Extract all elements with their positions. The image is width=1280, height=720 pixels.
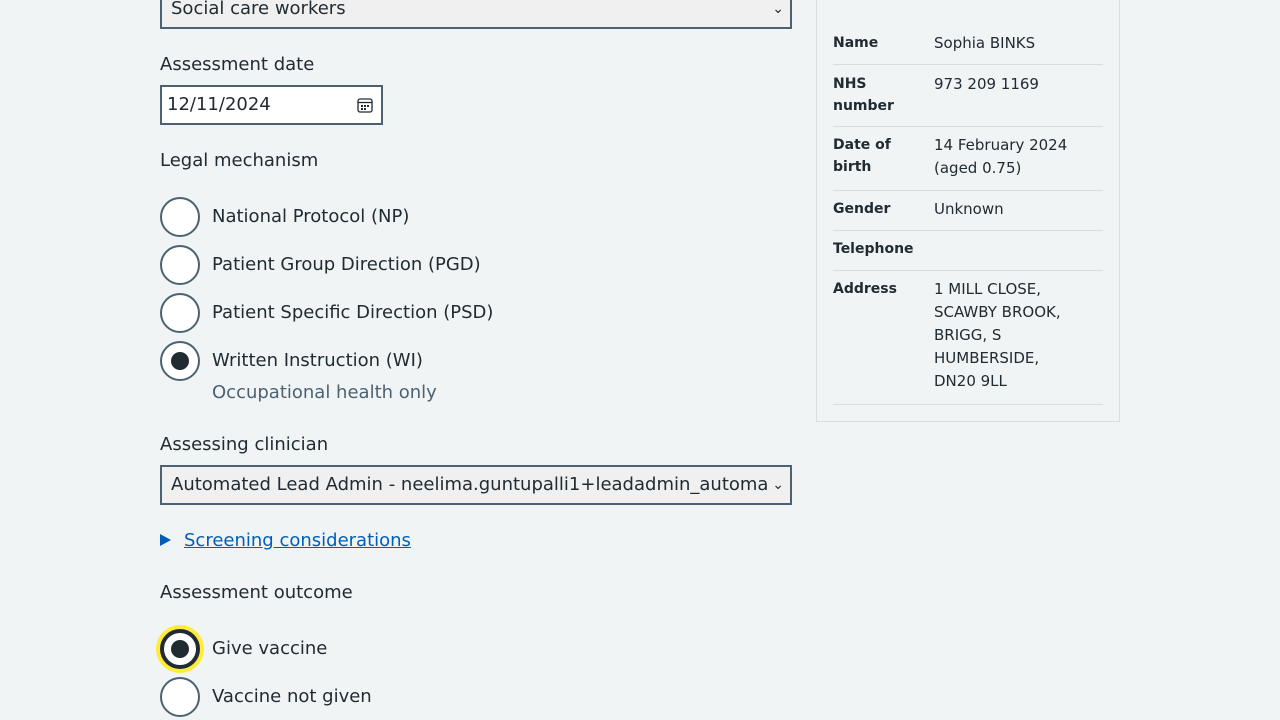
assessment-outcome-legend: Assessment outcome [160,582,353,603]
calendar-icon[interactable] [357,97,373,113]
summary-key: NHS number [833,76,894,114]
screening-considerations-link[interactable]: Screening considerations [184,530,411,551]
summary-key: Telephone [833,241,914,257]
summary-key: Date of birth [833,137,891,175]
summary-value: Sophia BINKS [934,34,1036,52]
summary-key: Name [833,35,879,51]
assessing-clinician-value: Automated Lead Admin - neelima.guntupall… [171,474,769,495]
assessing-clinician-label: Assessing clinician [160,434,329,455]
radio-circle[interactable] [160,245,200,285]
radio-label[interactable]: Give vaccine [212,637,327,661]
summary-value: 14 February 2024 (aged 0.75) [934,136,1068,177]
legal-mechanism-legend: Legal mechanism [160,150,319,171]
radio-circle-selected[interactable] [160,341,200,381]
summary-value: Unknown [934,200,1004,218]
chevron-down-icon: ⌄ [772,477,784,493]
summary-row-telephone: Telephone [833,238,1103,271]
summary-key: Address [833,281,897,297]
radio-label[interactable]: National Protocol (NP) [212,205,409,229]
chevron-down-icon: ⌄ [772,1,784,17]
staff-type-select-value: Social care workers [171,0,346,19]
summary-key: Gender [833,201,891,217]
summary-row-date-of-birth: Date of birth 14 February 2024 (aged 0.7… [833,134,1103,191]
summary-value: 973 209 1169 [934,75,1039,93]
summary-row-name: Name Sophia BINKS [833,32,1103,65]
assessment-date-value: 12/11/2024 [167,94,271,115]
radio-circle-selected[interactable] [160,629,200,669]
screening-considerations-details[interactable]: Screening considerations [160,529,411,553]
triangle-right-icon[interactable] [160,534,171,546]
patient-summary-card: Name Sophia BINKS NHS number 973 209 116… [816,0,1120,422]
assessment-date-label: Assessment date [160,54,315,75]
summary-row-nhs-number: NHS number 973 209 1169 [833,73,1103,127]
summary-row-gender: Gender Unknown [833,198,1103,231]
radio-label[interactable]: Patient Group Direction (PGD) [212,253,481,277]
assessing-clinician-select[interactable]: Automated Lead Admin - neelima.guntupall… [160,465,792,505]
radio-circle[interactable] [160,197,200,237]
radio-circle[interactable] [160,293,200,333]
page: Social care workers ⌄ Assessment date 12… [0,0,1280,720]
radio-circle[interactable] [160,677,200,717]
summary-value: 1 MILL CLOSE, SCAWBY BROOK, BRIGG, S HUM… [934,280,1061,390]
radio-label[interactable]: Vaccine not given [212,685,372,709]
radio-label[interactable]: Written Instruction (WI) [212,349,423,373]
radio-label[interactable]: Patient Specific Direction (PSD) [212,301,493,325]
written-instruction-hint: Occupational health only [212,382,437,403]
assessment-date-input[interactable]: 12/11/2024 [160,85,383,125]
staff-type-select[interactable]: Social care workers ⌄ [160,0,792,29]
summary-row-address: Address 1 MILL CLOSE, SCAWBY BROOK, BRIG… [833,278,1103,405]
